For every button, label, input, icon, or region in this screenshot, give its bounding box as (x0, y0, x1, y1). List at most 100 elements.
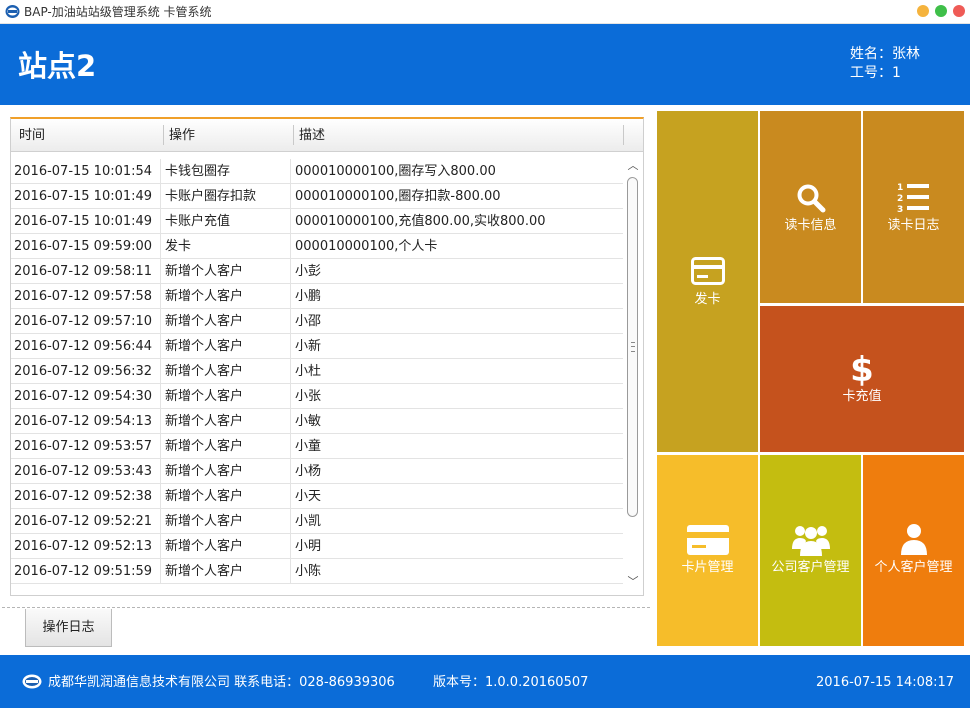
cell-description: 小张 (295, 389, 322, 404)
station-title: 站点2 (18, 49, 97, 83)
table-row[interactable]: 2016-07-12 09:54:30 新增个人客户 小张 (11, 384, 623, 409)
clock: 2016-07-15 14:08:17 (816, 675, 955, 690)
table-row[interactable]: 2016-07-12 09:56:32 新增个人客户 小杜 (11, 359, 623, 384)
table-row[interactable]: 2016-07-12 09:56:44 新增个人客户 小新 (11, 334, 623, 359)
numbered-list-icon: 1 2 3 (897, 183, 929, 213)
read-card-log-tile[interactable]: 1 2 3 读卡日志 (863, 111, 964, 303)
cell-time: 2016-07-12 09:58:11 (11, 259, 161, 284)
card-recharge-tile[interactable]: $ 卡充值 (760, 306, 964, 452)
cell-time: 2016-07-12 09:53:43 (11, 459, 161, 484)
cell-time: 2016-07-12 09:51:59 (11, 559, 161, 584)
tab-operation-log[interactable]: 操作日志 (25, 609, 112, 647)
table-row[interactable]: 2016-07-12 09:52:13 新增个人客户 小明 (11, 534, 623, 559)
vertical-scrollbar[interactable]: ︿ ﹀ (625, 159, 641, 591)
column-header-time[interactable]: 时间 (14, 119, 45, 152)
card-icon (686, 525, 729, 555)
table-row[interactable]: 2016-07-12 09:53:43 新增个人客户 小杨 (11, 459, 623, 484)
card-management-tile[interactable]: 卡片管理 (657, 455, 758, 646)
operation-log-panel: 时间 操作 描述 2016-07-15 10:01:54 卡钱包圈存 0000100… (10, 117, 644, 596)
cell-description: 000010000100,个人卡 (295, 239, 438, 254)
close-button[interactable] (953, 5, 965, 17)
cell-time: 2016-07-12 09:52:13 (11, 534, 161, 559)
cell-description: 小明 (295, 539, 322, 554)
cell-operation: 新增个人客户 (162, 259, 291, 284)
table-row[interactable]: 2016-07-12 09:54:13 新增个人客户 小敏 (11, 409, 623, 434)
table-row[interactable]: 2016-07-12 09:53:57 新增个人客户 小童 (11, 434, 623, 459)
cell-time: 2016-07-12 09:52:21 (11, 509, 161, 534)
divider (2, 607, 650, 608)
window-title: BAP-加油站站级管理系统 卡管系统 (24, 5, 212, 19)
card-icon (690, 257, 725, 285)
issue-card-label: 发卡 (694, 292, 721, 307)
table-row[interactable]: 2016-07-12 09:58:11 新增个人客户 小彭 (11, 259, 623, 284)
cell-description: 小敏 (295, 414, 322, 429)
cell-time: 2016-07-12 09:57:10 (11, 309, 161, 334)
group-icon (791, 526, 830, 556)
cell-operation: 新增个人客户 (162, 534, 291, 559)
cell-operation: 新增个人客户 (162, 359, 291, 384)
column-header-description[interactable]: 描述 (294, 119, 325, 152)
table-row[interactable]: 2016-07-12 09:52:21 新增个人客户 小凯 (11, 509, 623, 534)
read-card-info-tile[interactable]: 读卡信息 (760, 111, 861, 303)
cell-description: 小彭 (295, 264, 322, 279)
table-row[interactable]: 2016-07-15 10:01:49 卡账户圈存扣款 000010000100,圈… (11, 184, 623, 209)
cell-operation: 新增个人客户 (162, 409, 291, 434)
scroll-down-icon[interactable]: ﹀ (627, 575, 639, 589)
personal-customer-tile[interactable]: 个人客户管理 (863, 455, 964, 646)
svg-text:1: 1 (897, 183, 903, 193)
cell-operation: 发卡 (162, 234, 291, 259)
table-row[interactable]: 2016-07-15 09:59:00 发卡 000010000100,个人卡 (11, 234, 623, 259)
header-bar: 站点2 姓名：张林 工号：1 (0, 24, 970, 105)
cell-time: 2016-07-12 09:54:13 (11, 409, 161, 434)
cell-operation: 新增个人客户 (162, 434, 291, 459)
footer-bar: 成都华凯润通信息技术有限公司 联系电话：028-86939306 版本号：1.0… (0, 655, 970, 708)
column-header-operation[interactable]: 操作 (164, 119, 195, 152)
read-card-info-label: 读卡信息 (784, 218, 837, 233)
cell-description: 小杨 (295, 464, 322, 479)
issue-card-tile[interactable]: 发卡 (657, 111, 758, 452)
app-logo-icon (5, 5, 20, 18)
person-icon (900, 524, 927, 555)
cell-operation: 新增个人客户 (162, 559, 291, 584)
cell-description: 000010000100,圈存写入800.00 (295, 164, 496, 179)
cell-operation: 新增个人客户 (162, 509, 291, 534)
cell-operation: 卡账户充值 (162, 209, 291, 234)
cell-description: 小凯 (295, 514, 322, 529)
company-info: 成都华凯润通信息技术有限公司 联系电话：028-86939306 (48, 675, 395, 690)
cell-operation: 新增个人客户 (162, 284, 291, 309)
table-row[interactable]: 2016-07-12 09:57:58 新增个人客户 小鹏 (11, 284, 623, 309)
grip-icon (631, 342, 635, 352)
card-recharge-label: 卡充值 (842, 389, 882, 404)
cell-description: 000010000100,充值800.00,实收800.00 (295, 214, 546, 229)
user-id: 工号：1 (850, 65, 901, 81)
cell-operation: 新增个人客户 (162, 384, 291, 409)
personal-customer-label: 个人客户管理 (874, 560, 953, 575)
minimize-button[interactable] (917, 5, 929, 17)
svg-text:3: 3 (897, 205, 903, 213)
table-row[interactable]: 2016-07-12 09:52:38 新增个人客户 小天 (11, 484, 623, 509)
scrollbar-thumb[interactable] (627, 177, 638, 517)
read-card-log-label: 读卡日志 (887, 218, 940, 233)
cell-operation: 新增个人客户 (162, 459, 291, 484)
cell-operation: 卡账户圈存扣款 (162, 184, 291, 209)
maximize-button[interactable] (935, 5, 947, 17)
table-row[interactable]: 2016-07-15 10:01:54 卡钱包圈存 000010000100,圈存写… (11, 159, 623, 184)
card-management-label: 卡片管理 (681, 560, 734, 575)
cell-time: 2016-07-12 09:56:32 (11, 359, 161, 384)
table-row[interactable]: 2016-07-15 10:01:49 卡账户充值 000010000100,充值8… (11, 209, 623, 234)
company-customer-tile[interactable]: 公司客户管理 (760, 455, 861, 646)
user-name: 姓名：张林 (850, 46, 920, 62)
version-info: 版本号：1.0.0.20160507 (433, 675, 589, 690)
cell-time: 2016-07-12 09:54:30 (11, 384, 161, 409)
cell-time: 2016-07-12 09:56:44 (11, 334, 161, 359)
cell-time: 2016-07-12 09:52:38 (11, 484, 161, 509)
scroll-up-icon[interactable]: ︿ (627, 159, 639, 173)
table-body: 2016-07-15 10:01:54 卡钱包圈存 000010000100,圈存写… (11, 159, 623, 589)
table-row[interactable]: 2016-07-12 09:57:10 新增个人客户 小邵 (11, 309, 623, 334)
cell-time: 2016-07-15 10:01:49 (11, 209, 161, 234)
svg-text:$: $ (850, 350, 874, 386)
cell-description: 小杜 (295, 364, 322, 379)
company-customer-label: 公司客户管理 (771, 560, 850, 575)
table-row[interactable]: 2016-07-12 09:51:59 新增个人客户 小陈 (11, 559, 623, 584)
cell-operation: 新增个人客户 (162, 484, 291, 509)
